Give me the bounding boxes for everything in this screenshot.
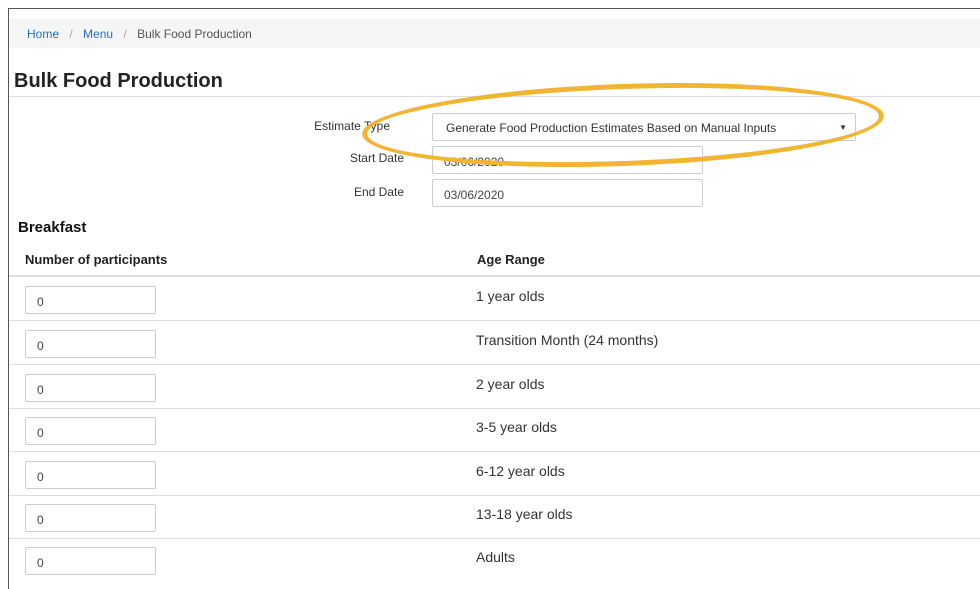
breadcrumb-separator: / bbox=[69, 27, 73, 41]
age-range-label: 6-12 year olds bbox=[476, 463, 565, 479]
participants-input[interactable]: 0 bbox=[25, 504, 156, 532]
table-row: 0 1 year olds bbox=[9, 277, 980, 321]
table-row: 0 Adults bbox=[9, 538, 980, 581]
breadcrumb-menu-link[interactable]: Menu bbox=[83, 27, 113, 41]
table-row: 0 2 year olds bbox=[9, 365, 980, 409]
estimate-type-value: Generate Food Production Estimates Based… bbox=[446, 121, 777, 135]
end-date-label: End Date bbox=[353, 185, 404, 199]
breadcrumb-current: Bulk Food Production bbox=[137, 27, 252, 41]
end-date-input[interactable]: 03/06/2020 bbox=[432, 179, 703, 207]
age-range-label: Adults bbox=[476, 549, 515, 565]
age-range-label: 2 year olds bbox=[476, 376, 545, 392]
participants-input[interactable]: 0 bbox=[25, 374, 156, 402]
table-row: 0 13-18 year olds bbox=[9, 495, 980, 539]
breakfast-section-title: Breakfast bbox=[18, 219, 87, 236]
estimate-type-select[interactable]: Generate Food Production Estimates Based… bbox=[432, 113, 856, 141]
age-range-column-header: Age Range bbox=[477, 252, 545, 267]
participants-input[interactable]: 0 bbox=[25, 547, 156, 575]
age-range-label: 13-18 year olds bbox=[476, 506, 573, 522]
start-date-label: Start Date bbox=[349, 151, 404, 165]
page-title: Bulk Food Production bbox=[14, 70, 223, 92]
title-divider bbox=[9, 96, 980, 97]
participants-input[interactable]: 0 bbox=[25, 461, 156, 489]
start-date-input[interactable]: 03/06/2020 bbox=[432, 146, 703, 174]
participants-input[interactable]: 0 bbox=[25, 330, 156, 358]
table-row: 0 Transition Month (24 months) bbox=[9, 321, 980, 365]
breadcrumb-separator: / bbox=[123, 27, 127, 41]
participants-input[interactable]: 0 bbox=[25, 417, 156, 445]
age-range-label: 3-5 year olds bbox=[476, 419, 557, 435]
participants-column-header: Number of participants bbox=[25, 252, 168, 267]
participants-input[interactable]: 0 bbox=[25, 286, 156, 314]
age-range-label: Transition Month (24 months) bbox=[476, 332, 659, 348]
age-range-label: 1 year olds bbox=[476, 288, 545, 304]
caret-down-icon: ▼ bbox=[839, 123, 847, 132]
table-row: 0 3-5 year olds bbox=[9, 408, 980, 452]
breadcrumb-home-link[interactable]: Home bbox=[27, 27, 59, 41]
estimate-type-label: Estimate Type bbox=[314, 119, 390, 133]
table-row: 0 6-12 year olds bbox=[9, 452, 980, 496]
breadcrumb: Home / Menu / Bulk Food Production bbox=[9, 19, 980, 48]
